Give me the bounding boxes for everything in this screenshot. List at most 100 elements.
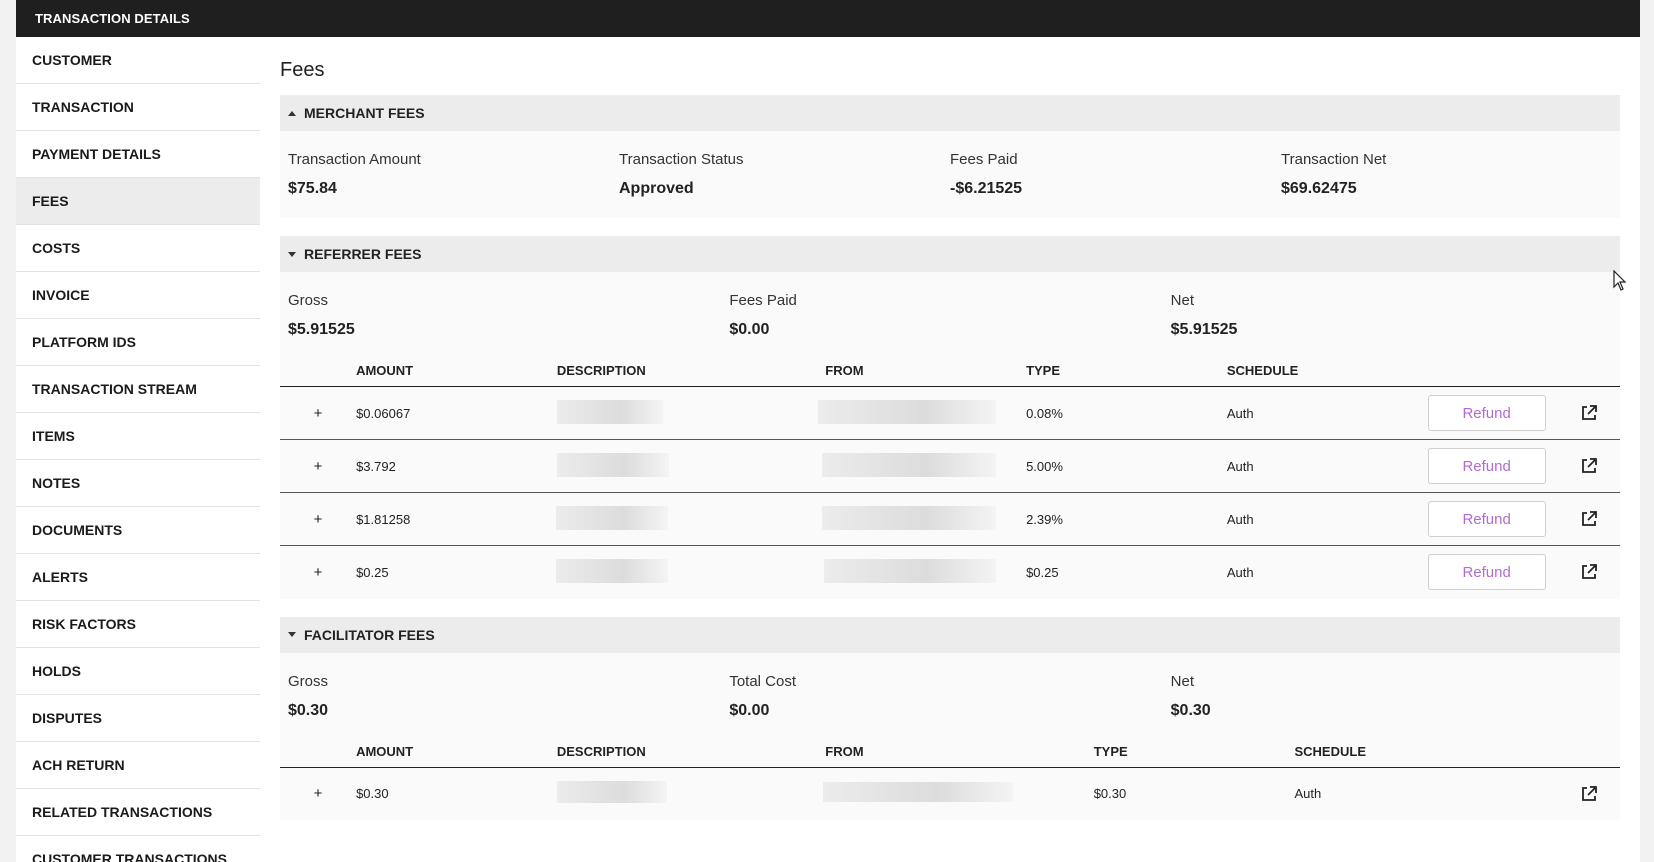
field-value: $5.91525 bbox=[288, 321, 355, 338]
facilitator-fees-table: AMOUNT DESCRIPTION FROM TYPE SCHEDULE + … bbox=[280, 735, 1620, 821]
redacted-from bbox=[822, 505, 997, 530]
table-row: + $0.30 $0.30 Auth bbox=[280, 767, 1620, 820]
refund-button[interactable]: Refund bbox=[1427, 448, 1546, 484]
redacted-description bbox=[555, 505, 668, 530]
action-cell: Refund bbox=[1427, 492, 1559, 546]
caret-up-icon bbox=[288, 110, 296, 116]
external-link-icon[interactable] bbox=[1580, 563, 1598, 581]
column-header-amount: AMOUNT bbox=[356, 355, 557, 387]
sidebar-item-transaction-stream[interactable]: TRANSACTION STREAM bbox=[16, 366, 260, 413]
description-cell bbox=[556, 439, 826, 493]
column-header-schedule: SCHEDULE bbox=[1226, 355, 1428, 387]
refund-button[interactable]: Refund bbox=[1427, 554, 1546, 591]
sidebar-item-customer[interactable]: CUSTOMER bbox=[16, 37, 260, 84]
action-cell: Refund bbox=[1427, 386, 1559, 440]
expand-row-button[interactable]: + bbox=[280, 767, 356, 820]
external-link-icon[interactable] bbox=[1580, 404, 1598, 422]
facilitator-fees-title: FACILITATOR FEES bbox=[304, 626, 435, 643]
sidebar-item-risk-factors[interactable]: RISK FACTORS bbox=[16, 601, 260, 648]
redacted-description bbox=[555, 558, 668, 583]
link-cell bbox=[1559, 767, 1620, 820]
expand-row-button[interactable]: + bbox=[280, 386, 357, 440]
sidebar-item-notes[interactable]: NOTES bbox=[16, 460, 260, 507]
net-field: Net $0.30 bbox=[1171, 673, 1612, 720]
table-row: + $3.792 5.00% Auth Refund bbox=[280, 439, 1620, 493]
field-value: $5.91525 bbox=[1170, 321, 1238, 338]
sidebar-item-fees[interactable]: FEES bbox=[16, 178, 260, 225]
field-label: Net bbox=[1170, 292, 1194, 309]
referrer-fees-body: Gross $5.91525 Fees Paid $0.00 Net $5.91… bbox=[280, 272, 1620, 599]
expand-row-button[interactable]: + bbox=[280, 546, 356, 599]
link-cell bbox=[1558, 492, 1620, 546]
schedule-cell: Auth bbox=[1226, 492, 1428, 546]
field-value: Approved bbox=[619, 180, 694, 197]
page-title: Fees bbox=[280, 59, 325, 81]
table-row: + $0.06067 0.08% Auth Refund bbox=[280, 386, 1620, 440]
column-header-description: DESCRIPTION bbox=[556, 735, 826, 768]
field-value: $69.62475 bbox=[1281, 180, 1357, 197]
referrer-fees-header[interactable]: REFERRER FEES bbox=[280, 236, 1620, 272]
field-label: Gross bbox=[288, 672, 329, 690]
column-header-type: TYPE bbox=[1093, 735, 1295, 768]
sidebar-item-items[interactable]: ITEMS bbox=[16, 413, 260, 460]
caret-down-icon bbox=[288, 251, 296, 257]
sidebar-item-related-transactions[interactable]: RELATED TRANSACTIONS bbox=[16, 789, 260, 836]
refund-button[interactable]: Refund bbox=[1427, 501, 1546, 537]
field-value: $0.00 bbox=[729, 701, 770, 719]
field-label: Gross bbox=[288, 292, 329, 309]
amount-cell: $0.30 bbox=[356, 786, 389, 802]
field-label: Net bbox=[1170, 672, 1194, 690]
field-value: $75.84 bbox=[288, 180, 337, 197]
from-cell bbox=[818, 386, 1027, 440]
net-field: Net $5.91525 bbox=[1171, 292, 1612, 339]
external-link-icon[interactable] bbox=[1580, 785, 1598, 803]
field-value: -$6.21525 bbox=[950, 180, 1023, 197]
description-cell bbox=[556, 386, 826, 440]
merchant-fees-body: Transaction Amount $75.84 Transaction St… bbox=[280, 131, 1620, 218]
sidebar-item-holds[interactable]: HOLDS bbox=[16, 648, 260, 695]
external-link-icon[interactable] bbox=[1580, 457, 1598, 475]
sidebar-item-alerts[interactable]: ALERTS bbox=[16, 554, 260, 601]
column-header-amount: AMOUNT bbox=[356, 735, 557, 768]
action-cell: Refund bbox=[1427, 546, 1559, 599]
merchant-fees-title: MERCHANT FEES bbox=[304, 105, 425, 121]
merchant-fees-summary: Transaction Amount $75.84 Transaction St… bbox=[280, 131, 1620, 218]
sidebar-item-ach-return[interactable]: ACH RETURN bbox=[16, 742, 260, 789]
sidebar-item-invoice[interactable]: INVOICE bbox=[16, 272, 260, 319]
sidebar-item-documents[interactable]: DOCUMENTS bbox=[16, 507, 260, 554]
action-cell: Refund bbox=[1427, 439, 1559, 493]
referrer-fees-summary: Gross $5.91525 Fees Paid $0.00 Net $5.91… bbox=[280, 272, 1620, 355]
field-label: Transaction Net bbox=[1281, 151, 1387, 168]
transaction-net-field: Transaction Net $69.62475 bbox=[1281, 151, 1612, 198]
gross-field: Gross $0.30 bbox=[288, 673, 729, 720]
column-header bbox=[280, 735, 357, 768]
expand-row-button[interactable]: + bbox=[280, 492, 357, 546]
sidebar-item-transaction[interactable]: TRANSACTION bbox=[16, 84, 260, 131]
expand-row-button[interactable]: + bbox=[280, 439, 357, 493]
column-header bbox=[1427, 355, 1559, 387]
sidebar-item-disputes[interactable]: DISPUTES bbox=[16, 695, 260, 742]
transaction-amount-field: Transaction Amount $75.84 bbox=[288, 151, 619, 198]
facilitator-fees-summary: Gross $0.30 Total Cost $0.00 Net $0.30 bbox=[280, 653, 1620, 736]
external-link-icon[interactable] bbox=[1580, 510, 1598, 528]
redacted-description bbox=[556, 399, 663, 424]
sidebar-item-customer-transactions[interactable]: CUSTOMER TRANSACTIONS bbox=[16, 836, 260, 862]
refund-button[interactable]: Refund bbox=[1427, 395, 1546, 431]
referrer-fees-table: AMOUNT DESCRIPTION FROM TYPE SCHEDULE + … bbox=[280, 355, 1620, 599]
column-header-description: DESCRIPTION bbox=[556, 355, 826, 387]
field-value: $0.30 bbox=[1170, 701, 1211, 719]
referrer-fees-title: REFERRER FEES bbox=[304, 246, 422, 262]
type-cell: $0.25 bbox=[1026, 564, 1059, 580]
facilitator-fees-header[interactable]: FACILITATOR FEES bbox=[280, 616, 1620, 653]
from-cell bbox=[822, 492, 1027, 546]
total-cost-field: Total Cost $0.00 bbox=[729, 673, 1170, 720]
transaction-details-window: TRANSACTION DETAILS CUSTOMER TRANSACTION… bbox=[16, 0, 1640, 862]
caret-down-icon bbox=[288, 632, 296, 637]
sidebar-item-platform-ids[interactable]: PLATFORM IDS bbox=[16, 319, 260, 366]
merchant-fees-header[interactable]: MERCHANT FEES bbox=[280, 95, 1620, 131]
sidebar-item-costs[interactable]: COSTS bbox=[16, 225, 260, 272]
column-header bbox=[1558, 735, 1620, 768]
redacted-description bbox=[556, 452, 669, 477]
type-cell: 5.00% bbox=[1026, 439, 1227, 493]
sidebar-item-payment-details[interactable]: PAYMENT DETAILS bbox=[16, 131, 260, 178]
